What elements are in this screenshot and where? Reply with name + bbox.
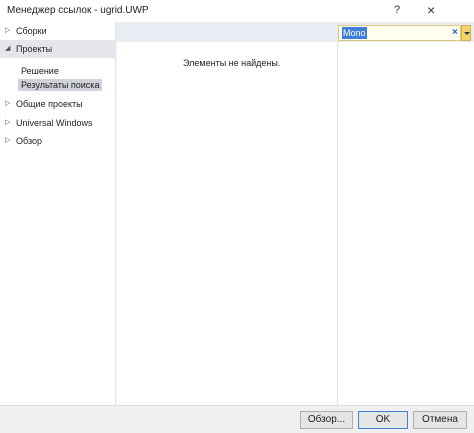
details-pane: [337, 42, 474, 405]
sidebar-item-shared-projects[interactable]: ▷ Общие проекты: [0, 95, 116, 113]
expand-triangle-icon[interactable]: ▷: [5, 114, 10, 132]
sidebar: ▷ Сборки ◢ Проекты Решение Результаты по…: [0, 22, 116, 405]
sidebar-item-label: Сборки: [16, 26, 47, 36]
sidebar-item-browse[interactable]: ▷ Обзор: [0, 132, 116, 150]
collapse-triangle-icon[interactable]: ◢: [5, 40, 10, 58]
sidebar-subitem-solution[interactable]: Решение: [20, 65, 60, 77]
sidebar-item-label: Universal Windows: [16, 118, 93, 128]
browse-button[interactable]: Обзор...: [300, 411, 353, 429]
button-bar: Обзор... OK Отмена: [0, 405, 474, 433]
expand-triangle-icon[interactable]: ▷: [5, 22, 10, 40]
sidebar-item-label: Обзор: [16, 136, 42, 146]
sidebar-item-assemblies[interactable]: ▷ Сборки: [0, 22, 116, 40]
title-bar: Менеджер ссылок - ugrid.UWP ? ×: [0, 0, 474, 22]
sidebar-item-label: Проекты: [16, 44, 53, 54]
empty-message: Элементы не найдены.: [183, 58, 281, 68]
cancel-button[interactable]: Отмена: [413, 411, 467, 429]
close-button[interactable]: ×: [427, 3, 435, 17]
ok-button[interactable]: OK: [358, 411, 408, 429]
help-button[interactable]: ?: [394, 3, 400, 17]
results-list: Элементы не найдены.: [117, 42, 337, 405]
expand-triangle-icon[interactable]: ▷: [5, 95, 10, 113]
window-title: Менеджер ссылок - ugrid.UWP: [7, 5, 149, 16]
sidebar-item-label: Общие проекты: [16, 99, 83, 109]
sidebar-item-projects[interactable]: ◢ Проекты: [0, 40, 116, 58]
search-dropdown-button[interactable]: [461, 25, 471, 41]
search-input[interactable]: Mono ×: [338, 25, 461, 41]
clear-search-icon[interactable]: ×: [452, 26, 458, 40]
search-input-value[interactable]: Mono: [342, 27, 367, 39]
expand-triangle-icon[interactable]: ▷: [5, 132, 10, 150]
sidebar-item-universal-windows[interactable]: ▷ Universal Windows: [0, 114, 116, 132]
sidebar-subitem-search-results[interactable]: Результаты поиска: [18, 79, 103, 91]
